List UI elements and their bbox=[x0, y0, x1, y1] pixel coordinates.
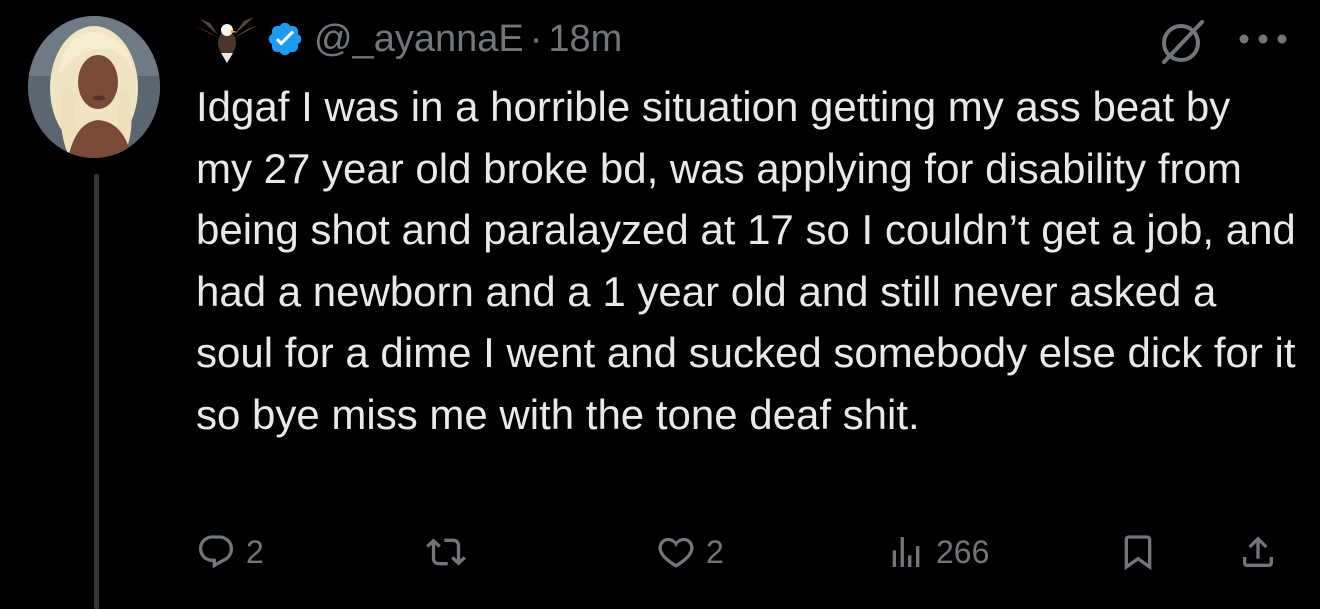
more-icon[interactable] bbox=[1236, 32, 1290, 46]
thread-line bbox=[94, 174, 99, 609]
views-icon bbox=[892, 537, 920, 567]
header-separator: · bbox=[529, 18, 543, 60]
author-handle[interactable]: @_ayannaE bbox=[314, 20, 524, 58]
tweet-text: Idgaf I was in a horrible situation gett… bbox=[196, 83, 1296, 438]
like-button[interactable]: 2 bbox=[656, 522, 724, 582]
like-icon bbox=[658, 537, 694, 568]
action-bar: 2 2 266 bbox=[196, 522, 1296, 582]
verified-badge-icon[interactable] bbox=[266, 20, 304, 58]
repost-icon bbox=[426, 538, 466, 566]
share-icon bbox=[1243, 536, 1273, 567]
share-button[interactable] bbox=[1238, 522, 1278, 582]
eagle-emoji-icon bbox=[196, 17, 258, 63]
reply-count: 2 bbox=[246, 533, 264, 570]
bookmark-button[interactable] bbox=[1118, 522, 1158, 582]
views-count: 266 bbox=[936, 533, 990, 570]
reply-button[interactable]: 2 bbox=[196, 522, 264, 582]
avatar[interactable] bbox=[28, 16, 160, 158]
tweet-timestamp[interactable]: 18m bbox=[548, 20, 622, 58]
tweet[interactable]: @_ayannaE · 18m Idgaf I was in a horribl… bbox=[0, 0, 1320, 609]
views-button[interactable]: 266 bbox=[886, 522, 989, 582]
repost-button[interactable] bbox=[426, 522, 476, 582]
reply-icon bbox=[198, 535, 234, 569]
bookmark-icon bbox=[1124, 535, 1152, 571]
tweet-header: @_ayannaE · 18m bbox=[196, 10, 622, 68]
avatar-image bbox=[28, 16, 160, 158]
grok-icon[interactable] bbox=[1154, 14, 1208, 68]
like-count: 2 bbox=[706, 533, 724, 570]
